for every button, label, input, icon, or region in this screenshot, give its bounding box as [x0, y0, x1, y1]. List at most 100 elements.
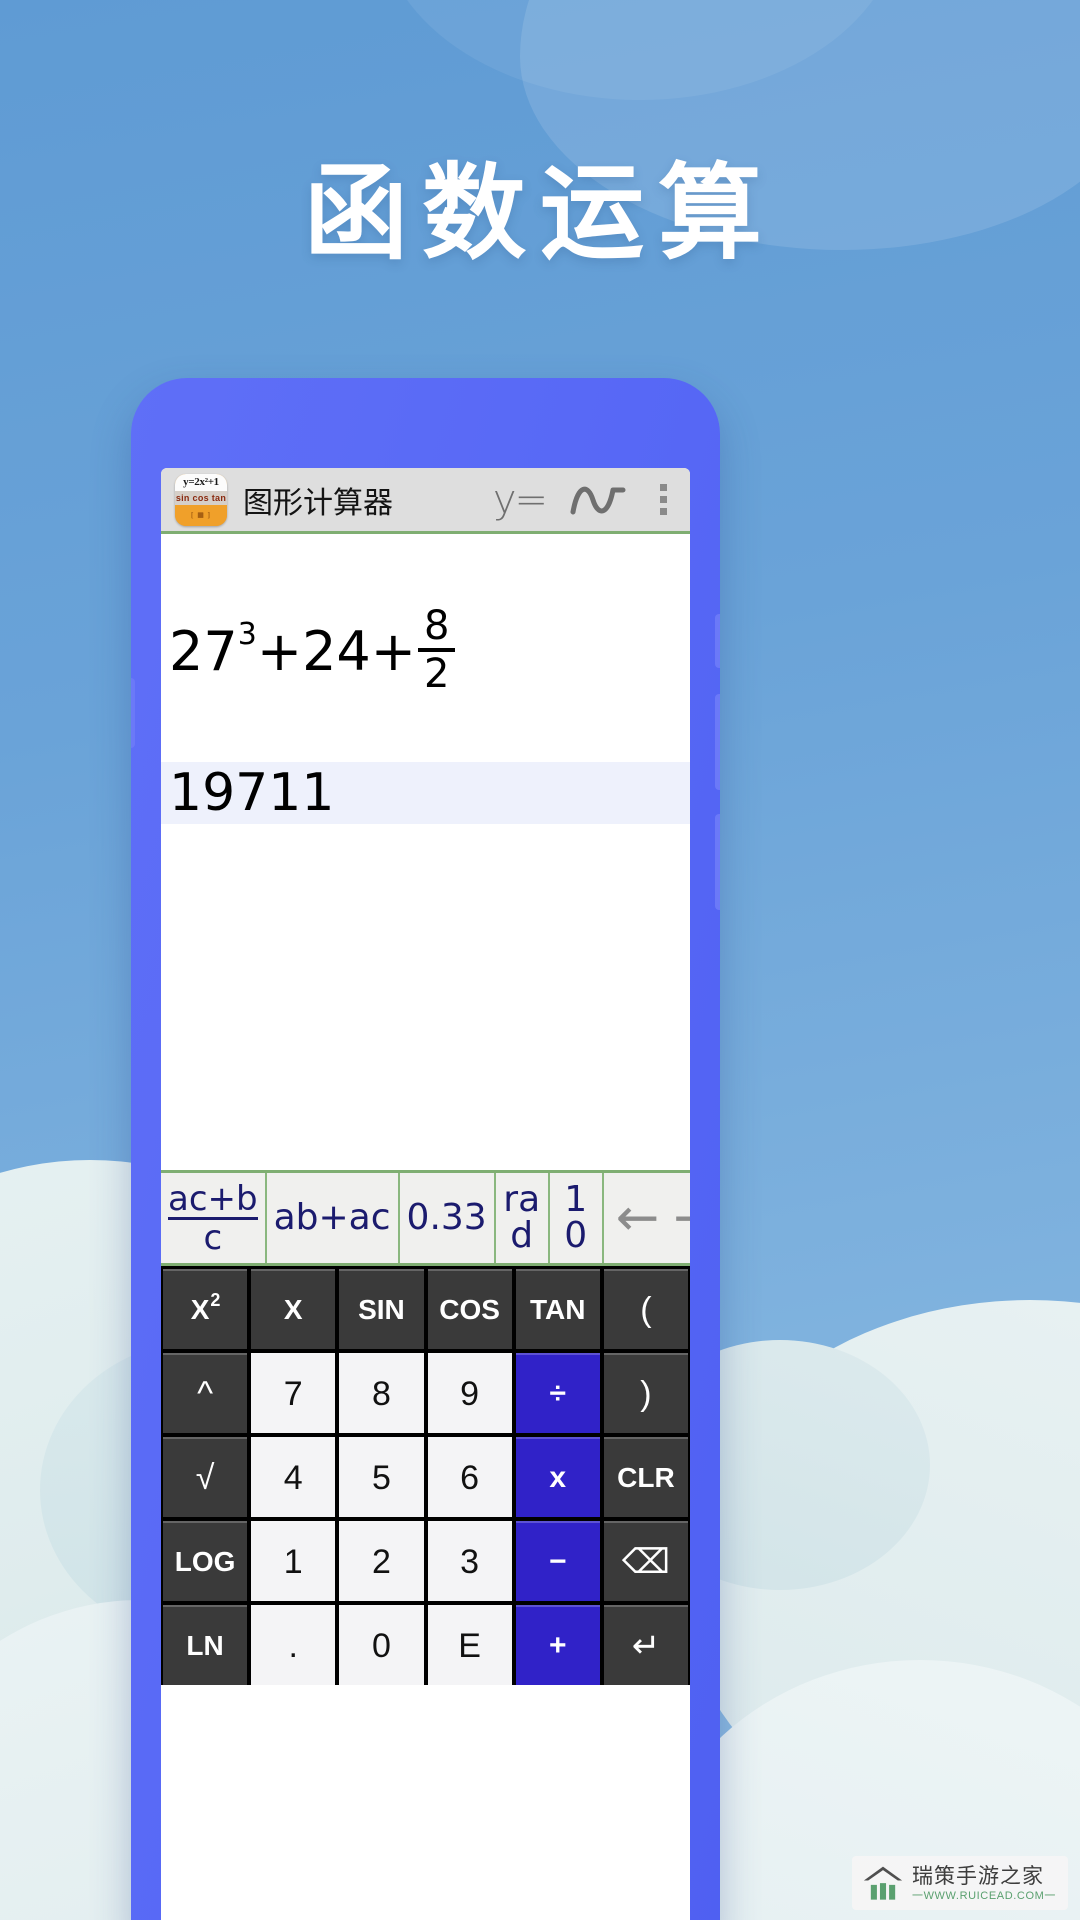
key-ln[interactable]: LN — [163, 1605, 248, 1685]
suggestion-prev-arrow-icon[interactable]: ← — [616, 1192, 660, 1244]
expression-fraction: 8 2 — [418, 603, 456, 697]
key-label: ↵ — [631, 1627, 661, 1665]
key-label: 3 — [460, 1542, 480, 1581]
phone-side-button-3 — [715, 814, 720, 910]
fraction-numerator: 8 — [424, 603, 450, 649]
key-label: 4 — [283, 1458, 303, 1497]
key-label: X — [283, 1294, 303, 1325]
key-paren-open[interactable]: ( — [603, 1269, 689, 1349]
suggestion-fraction-acb-c[interactable]: ac+b c — [161, 1173, 267, 1263]
key-minus[interactable]: − — [515, 1521, 600, 1601]
key-label: ) — [640, 1374, 652, 1413]
keypad-row: √ 4 5 6 x CLR — [163, 1437, 689, 1517]
phone-side-button-2 — [715, 694, 720, 790]
phone-side-button-1 — [715, 614, 720, 668]
fraction-denominator: 2 — [424, 651, 450, 697]
app-bar: y=2x²+1 sin cos tan [ ▦ ] 图形计算器 y= — [161, 468, 690, 534]
watermark-text: 瑞策手游之家 一WWW.RUICEAD.COM一 — [912, 1866, 1056, 1902]
key-divide[interactable]: ÷ — [515, 1353, 600, 1433]
keypad-row: ^ 7 8 9 ÷) — [163, 1353, 689, 1433]
key-7[interactable]: 7 — [251, 1353, 336, 1433]
app-icon-formula: y=2x²+1 — [175, 473, 227, 492]
key-log[interactable]: LOG — [163, 1521, 248, 1601]
expression-operator-1: + — [256, 619, 303, 683]
calculator-keypad: X 2 X SIN COS TAN(^ 7 8 9 ÷) √ 4 5 6 x CLR LOG 1 2 3− ⌫ LN. 0 E… — [161, 1266, 690, 1685]
key-0[interactable]: 0 — [339, 1605, 424, 1685]
key-9[interactable]: 9 — [427, 1353, 512, 1433]
app-title: 图形计算器 — [243, 485, 393, 521]
key-plus[interactable]: + — [515, 1605, 600, 1685]
key-8[interactable]: 8 — [339, 1353, 424, 1433]
expression-base-1: 27 — [169, 619, 238, 683]
key-label: 2 — [371, 1542, 391, 1581]
key-label: ÷ — [549, 1377, 566, 1410]
key-cos[interactable]: COS — [427, 1269, 512, 1349]
suggestion-ab-ac[interactable]: ab+ac — [267, 1173, 400, 1263]
key-label: LOG — [174, 1546, 236, 1577]
key-label: x — [549, 1461, 567, 1494]
suggestion-fraction-denominator: c — [203, 1217, 223, 1258]
key-1[interactable]: 1 — [251, 1521, 336, 1601]
key-x[interactable]: X — [251, 1269, 336, 1349]
key-power[interactable]: ^ — [163, 1353, 248, 1433]
overflow-menu-icon[interactable] — [650, 484, 676, 515]
key-decimal[interactable]: . — [251, 1605, 336, 1685]
app-icon: y=2x²+1 sin cos tan [ ▦ ] — [175, 473, 227, 526]
key-paren-close[interactable]: ) — [603, 1353, 689, 1433]
function-editor-icon[interactable]: y= — [493, 480, 548, 520]
app-icon-matrix: [ ▦ ] — [175, 504, 227, 526]
key-label: ^ — [197, 1374, 214, 1413]
watermark-site-name: 瑞策手游之家 — [911, 1864, 1044, 1888]
key-enter[interactable]: ↵ — [603, 1605, 689, 1685]
key-clear[interactable]: CLR — [603, 1437, 689, 1517]
key-x-squared[interactable]: X2 — [163, 1269, 248, 1349]
key-label: 5 — [371, 1458, 391, 1497]
key-tan[interactable]: TAN — [515, 1269, 600, 1349]
suggestion-next-arrow-icon[interactable]: → — [673, 1192, 690, 1244]
key-label: TAN — [530, 1294, 586, 1325]
key-2[interactable]: 2 — [339, 1521, 424, 1601]
key-4[interactable]: 4 — [251, 1437, 336, 1517]
keypad-row: LN. 0 E + ↵ — [163, 1605, 689, 1685]
key-label: 6 — [460, 1458, 480, 1497]
key-sqrt[interactable]: √ — [163, 1437, 248, 1517]
suggestion-0-33[interactable]: 0.33 — [400, 1173, 496, 1263]
watermark: 瑞策手游之家 一WWW.RUICEAD.COM一 — [851, 1856, 1068, 1910]
key-backspace[interactable]: ⌫ — [603, 1521, 689, 1601]
key-multiply[interactable]: x — [515, 1437, 600, 1517]
phone-screen: y=2x²+1 sin cos tan [ ▦ ] 图形计算器 y= 27 3 … — [161, 468, 690, 1920]
key-3[interactable]: 3 — [427, 1521, 512, 1601]
key-label: √ — [195, 1458, 215, 1497]
key-sin[interactable]: SIN — [339, 1269, 424, 1349]
key-label: 0 — [371, 1626, 391, 1665]
suggestion-rad[interactable]: rad — [496, 1173, 550, 1263]
expression-display[interactable]: 27 3 +24 + 8 2 — [161, 606, 690, 696]
watermark-logo-icon — [863, 1866, 903, 1900]
watermark-site-url: 一WWW.RUICEAD.COM一 — [911, 1890, 1056, 1902]
keypad-row: X 2 X SIN COS TAN( — [163, 1269, 689, 1349]
key-label: 7 — [283, 1374, 303, 1413]
sky-blob-top-right-2 — [380, 0, 900, 100]
key-label: − — [549, 1545, 567, 1578]
calculation-area: 27 3 +24 + 8 2 19711 — [161, 534, 690, 1170]
key-label: CLR — [617, 1462, 675, 1493]
key-label: . — [288, 1626, 298, 1665]
phone-mockup: y=2x²+1 sin cos tan [ ▦ ] 图形计算器 y= 27 3 … — [131, 378, 720, 1920]
key-label: ( — [640, 1290, 652, 1329]
key-5[interactable]: 5 — [339, 1437, 424, 1517]
key-label: 8 — [371, 1374, 391, 1413]
expression-term-2: 24 — [302, 619, 371, 683]
key-label: 1 — [283, 1542, 303, 1581]
suggestion-10[interactable]: 10 — [550, 1173, 604, 1263]
key-superscript: 2 — [210, 1289, 221, 1310]
result-display: 19711 — [161, 762, 690, 824]
key-label: ⌫ — [621, 1543, 670, 1581]
key-label: X — [190, 1294, 210, 1325]
key-label: COS — [439, 1294, 500, 1325]
graph-wave-icon[interactable] — [570, 480, 626, 520]
key-label: + — [549, 1629, 567, 1662]
key-label: LN — [186, 1630, 224, 1661]
key-label: SIN — [358, 1294, 405, 1325]
key-exponent-e[interactable]: E — [427, 1605, 512, 1685]
key-6[interactable]: 6 — [427, 1437, 512, 1517]
